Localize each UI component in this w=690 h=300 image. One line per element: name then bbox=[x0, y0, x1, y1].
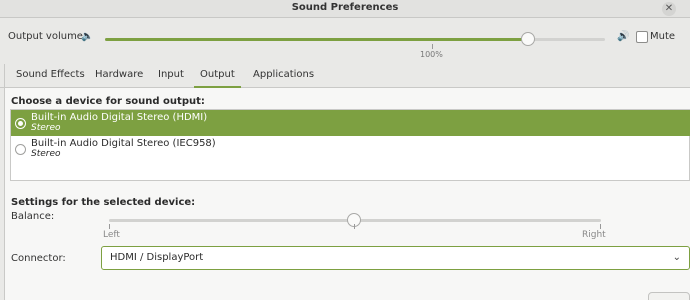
device-radio-iec958[interactable] bbox=[15, 144, 26, 155]
connector-label: Connector: bbox=[11, 253, 66, 264]
connector-value: HDMI / DisplayPort bbox=[110, 252, 204, 263]
balance-label: Balance: bbox=[11, 211, 55, 222]
mute-label: Mute bbox=[650, 31, 676, 42]
balance-right-tick bbox=[600, 224, 601, 229]
device-profile: Stereo bbox=[31, 149, 61, 159]
output-volume-knob[interactable] bbox=[521, 32, 535, 46]
device-row-iec958[interactable]: Built-in Audio Digital Stereo (IEC958) S… bbox=[11, 136, 690, 162]
tab-output[interactable]: Output bbox=[194, 69, 241, 88]
speaker-high-icon: 🔊 bbox=[617, 31, 630, 42]
close-icon[interactable]: ✕ bbox=[662, 2, 676, 16]
device-heading: Choose a device for sound output: bbox=[11, 96, 205, 107]
device-radio-hdmi[interactable] bbox=[15, 118, 26, 129]
output-volume-fill bbox=[105, 38, 530, 41]
partial-button[interactable] bbox=[648, 292, 690, 300]
volume-100-label: 100% bbox=[420, 50, 443, 59]
device-profile: Stereo bbox=[31, 123, 61, 133]
balance-left-label: Left bbox=[103, 230, 120, 240]
tab-applications[interactable]: Applications bbox=[253, 69, 314, 88]
device-name: Built-in Audio Digital Stereo (IEC958) bbox=[31, 138, 216, 149]
balance-left-tick bbox=[109, 224, 110, 229]
balance-right-label: Right bbox=[582, 230, 606, 240]
settings-heading: Settings for the selected device: bbox=[11, 197, 196, 208]
volume-100-tick bbox=[432, 44, 433, 49]
mute-checkbox[interactable] bbox=[636, 31, 648, 43]
window-title: Sound Preferences bbox=[291, 2, 399, 13]
tab-hardware[interactable]: Hardware bbox=[95, 69, 143, 88]
tab-bar: Sound Effects Hardware Input Output Appl… bbox=[0, 64, 690, 88]
title-bar: Sound Preferences ✕ bbox=[0, 0, 690, 18]
chevron-down-icon: ⌄ bbox=[672, 252, 681, 263]
tab-input[interactable]: Input bbox=[158, 69, 184, 88]
connector-dropdown[interactable]: HDMI / DisplayPort ⌄ bbox=[101, 246, 690, 270]
balance-center-tick bbox=[354, 224, 355, 229]
device-list: Built-in Audio Digital Stereo (HDMI) Ste… bbox=[10, 109, 690, 181]
speaker-low-icon: 🔈 bbox=[81, 31, 94, 42]
device-name: Built-in Audio Digital Stereo (HDMI) bbox=[31, 112, 208, 123]
output-volume-label: Output volume: bbox=[8, 31, 87, 42]
tab-sound-effects[interactable]: Sound Effects bbox=[16, 69, 85, 88]
device-row-hdmi[interactable]: Built-in Audio Digital Stereo (HDMI) Ste… bbox=[11, 110, 690, 136]
